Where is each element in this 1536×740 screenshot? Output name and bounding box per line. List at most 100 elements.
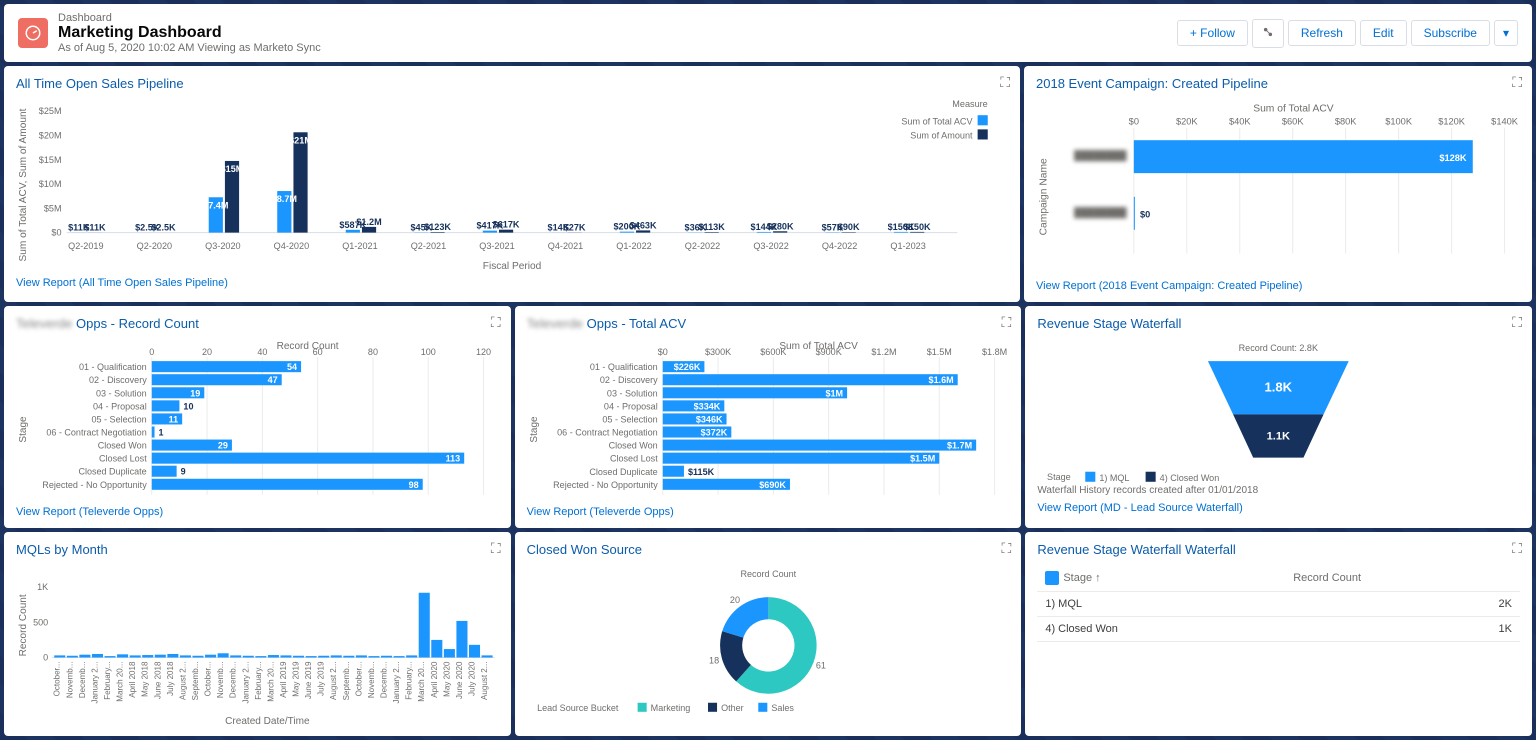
svg-text:$20M: $20M [39, 130, 62, 140]
svg-text:500: 500 [33, 617, 48, 627]
svg-text:$1.5M: $1.5M [926, 347, 951, 357]
edit-button[interactable]: Edit [1360, 20, 1407, 46]
svg-text:February...: February... [405, 661, 414, 699]
page-title: Marketing Dashboard [58, 24, 321, 42]
svg-text:$334K: $334K [693, 401, 720, 411]
svg-text:Decemb...: Decemb... [78, 661, 87, 698]
svg-text:June 2018: June 2018 [153, 661, 162, 699]
view-report-opps-acv[interactable]: View Report (Televerde Opps) [527, 506, 674, 518]
svg-text:Record Count: Record Count [18, 594, 29, 656]
svg-text:$1.2M: $1.2M [871, 347, 896, 357]
svg-text:February...: February... [254, 661, 263, 699]
svg-text:$120K: $120K [1438, 117, 1466, 127]
refresh-button[interactable]: Refresh [1288, 20, 1356, 46]
expand-icon[interactable]: ⛶ [491, 314, 501, 331]
svg-text:July 2018: July 2018 [166, 661, 175, 696]
col-record-count[interactable]: Record Count [1285, 565, 1520, 592]
expand-icon[interactable]: ⛶ [1002, 314, 1012, 331]
expand-icon[interactable]: ⛶ [491, 540, 501, 557]
svg-text:$10M: $10M [39, 179, 62, 189]
view-report-pipeline[interactable]: View Report (All Time Open Sales Pipelin… [16, 277, 228, 289]
svg-text:$1.6M: $1.6M [928, 375, 953, 385]
svg-text:$372K: $372K [700, 428, 727, 438]
expand-icon[interactable]: ⛶ [1000, 74, 1010, 91]
svg-text:$140K: $140K [1491, 117, 1519, 127]
table-row: 1) MQL2K [1037, 591, 1520, 616]
svg-text:$0: $0 [51, 228, 61, 238]
svg-text:1K: 1K [37, 582, 48, 592]
col-stage[interactable]: Stage ↑ [1037, 565, 1285, 592]
svg-text:01 - Qualification: 01 - Qualification [79, 362, 147, 372]
svg-text:January 2...: January 2... [90, 661, 99, 703]
view-report-waterfall[interactable]: View Report (MD - Lead Source Waterfall) [1037, 502, 1242, 514]
svg-text:$15M: $15M [221, 164, 244, 174]
waterfall-note: Waterfall History records created after … [1037, 485, 1520, 496]
svg-text:$5M: $5M [44, 203, 62, 213]
svg-text:Septemb...: Septemb... [191, 661, 200, 700]
card-title-opps-acv: Televerde Opps - Total ACV [527, 316, 1010, 331]
follow-button[interactable]: + Follow [1177, 20, 1248, 46]
card-title-waterfall: Revenue Stage Waterfall [1037, 316, 1520, 331]
svg-text:$80K: $80K [1335, 117, 1357, 127]
card-title-waterfall-table: Revenue Stage Waterfall Waterfall [1037, 542, 1520, 557]
svg-text:Sum of Total ACV: Sum of Total ACV [901, 116, 973, 126]
svg-text:20: 20 [730, 595, 740, 605]
svg-text:October...: October... [204, 661, 213, 696]
svg-text:August 2...: August 2... [480, 661, 489, 699]
svg-text:06 - Contract Negotiation: 06 - Contract Negotiation [46, 428, 146, 438]
card-title-mql: MQLs by Month [16, 542, 499, 557]
chart-waterfall-funnel: Record Count: 2.8K 1.8K 1.1K Stage 1) MQ… [1037, 339, 1520, 485]
svg-text:$123K: $123K [424, 222, 451, 232]
card-waterfall: ⛶ Revenue Stage Waterfall Record Count: … [1025, 306, 1532, 528]
expand-icon[interactable]: ⛶ [1002, 540, 1012, 557]
svg-text:100: 100 [421, 347, 436, 357]
svg-text:10: 10 [183, 401, 193, 411]
svg-text:Q2-2022: Q2-2022 [685, 241, 720, 251]
collaborate-icon-button[interactable] [1252, 19, 1284, 48]
chart-mql: Record Count 05001K October...Novemb...D… [16, 565, 499, 726]
svg-text:$11K: $11K [84, 223, 106, 233]
svg-text:January 2...: January 2... [392, 661, 401, 703]
svg-text:$115K: $115K [688, 467, 715, 477]
svg-text:04 - Proposal: 04 - Proposal [604, 401, 658, 411]
svg-text:June 2019: June 2019 [304, 661, 313, 699]
table-row: 4) Closed Won1K [1037, 616, 1520, 641]
view-report-event[interactable]: View Report (2018 Event Campaign: Create… [1036, 280, 1302, 292]
expand-icon[interactable]: ⛶ [1512, 540, 1522, 557]
svg-text:$300K: $300K [705, 347, 731, 357]
expand-icon[interactable]: ⛶ [1512, 74, 1522, 91]
svg-text:$0: $0 [1129, 117, 1139, 127]
view-report-opps-count[interactable]: View Report (Televerde Opps) [16, 506, 163, 518]
more-actions-button[interactable]: ▾ [1494, 20, 1518, 46]
svg-text:$346K: $346K [696, 415, 723, 425]
svg-text:60: 60 [313, 347, 323, 357]
subscribe-button[interactable]: Subscribe [1411, 20, 1490, 46]
svg-text:113: 113 [446, 454, 461, 464]
svg-text:July 2019: July 2019 [317, 661, 326, 696]
expand-icon[interactable]: ⛶ [1512, 314, 1522, 331]
card-title-event: 2018 Event Campaign: Created Pipeline [1036, 76, 1520, 91]
svg-text:May 2020: May 2020 [442, 661, 451, 697]
svg-text:Q4-2022: Q4-2022 [822, 241, 857, 251]
svg-text:Rejected - No Opportunity: Rejected - No Opportunity [42, 480, 147, 490]
svg-text:$2.5K: $2.5K [151, 223, 176, 233]
svg-text:Decemb...: Decemb... [380, 661, 389, 698]
svg-text:Closed Won: Closed Won [608, 441, 657, 451]
svg-text:$1.7M: $1.7M [947, 441, 972, 451]
svg-text:$15M: $15M [39, 155, 62, 165]
svg-text:Q4-2020: Q4-2020 [274, 241, 309, 251]
svg-text:Closed Lost: Closed Lost [610, 454, 658, 464]
svg-text:29: 29 [218, 441, 228, 451]
svg-text:1) MQL: 1) MQL [1100, 473, 1130, 483]
card-title-pipeline: All Time Open Sales Pipeline [16, 76, 1008, 91]
svg-text:Closed Duplicate: Closed Duplicate [78, 467, 146, 477]
svg-text:$128K: $128K [1439, 153, 1467, 163]
svg-text:$226K: $226K [673, 362, 700, 372]
svg-text:Q2-2021: Q2-2021 [411, 241, 446, 251]
svg-text:January 2...: January 2... [241, 661, 250, 703]
svg-text:Q1-2023: Q1-2023 [890, 241, 925, 251]
svg-text:$20K: $20K [1176, 117, 1198, 127]
svg-text:$0: $0 [657, 347, 667, 357]
svg-text:February...: February... [103, 661, 112, 699]
svg-text:$7.4M: $7.4M [203, 200, 228, 210]
